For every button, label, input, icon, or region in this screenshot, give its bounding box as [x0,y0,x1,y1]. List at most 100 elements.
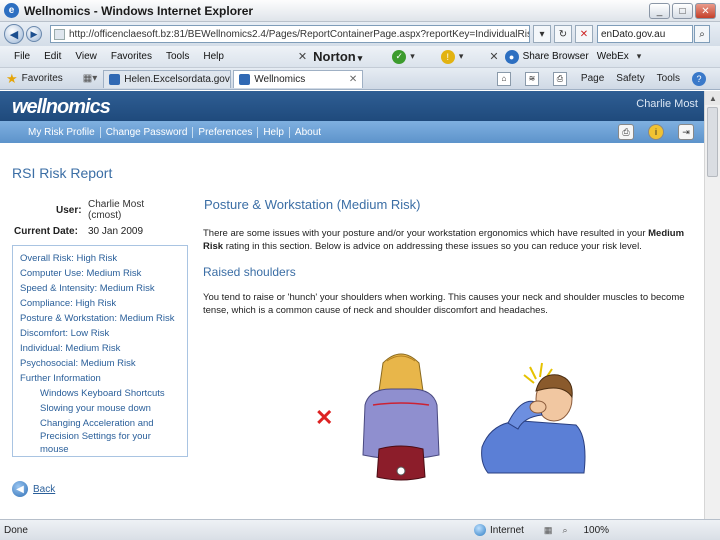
favorites-button[interactable]: Favorites [22,73,63,84]
sidebar-item-overall-risk[interactable]: Overall Risk: High Risk [20,251,180,266]
dropdown-arrow-icon[interactable]: ▾ [637,51,642,62]
minimize-button[interactable]: _ [649,3,670,19]
site-nav: My Risk Profile Change Password Preferen… [0,121,704,143]
globe-icon [474,524,486,536]
page-title: RSI Risk Report [12,165,113,181]
tab-bar: ★ Favorites ▦▾ Helen.Excelsordata.gov.au… [0,68,720,90]
page-icon [54,28,65,40]
back-nav-button[interactable]: ◀ [4,24,24,44]
ie-icon: e [4,3,19,18]
wellnomics-logo: wellnomics [12,96,111,118]
search-icon[interactable]: ⌕ [694,25,710,43]
incorrect-cross-icon: ✕ [315,405,334,430]
zoom-level[interactable]: 100% [583,525,609,536]
nav-help[interactable]: Help [263,126,290,138]
share-browser-button[interactable]: Share Browser [523,51,589,62]
window-title: Wellnomics - Windows Internet Explorer [24,3,254,18]
quick-tabs-icon[interactable]: ▦▾ [83,73,97,84]
zoom-icon[interactable]: ⌕ [562,525,567,536]
maximize-button[interactable]: □ [672,3,693,19]
safety-menu[interactable]: Safety [616,73,644,84]
issue-heading: Raised shoulders [203,265,296,279]
site-header: wellnomics Charlie Most [0,91,704,121]
sidebar-item-posture-workstation[interactable]: Posture & Workstation: Medium Risk [20,311,180,326]
norton-toolbar[interactable]: Norton ▾ [313,49,362,64]
nav-my-risk-profile[interactable]: My Risk Profile [28,126,101,138]
tools-menu[interactable]: Tools [657,73,680,84]
menu-tools[interactable]: Tools [166,51,189,62]
dropdown-arrow-icon[interactable]: ▾ [459,51,464,62]
sidebar-item-speed-intensity[interactable]: Speed & Intensity: Medium Risk [20,281,180,296]
sidebar-item-compliance[interactable]: Compliance: High Risk [20,296,180,311]
report-sections-sidebar: Overall Risk: High Risk Computer Use: Me… [12,245,188,457]
home-icon[interactable]: ⌂ [496,71,511,86]
menu-view[interactable]: View [75,51,97,62]
address-url: http://officenclaesoft.bz:81/BEWellnomic… [69,28,529,40]
hunched-posture-illustration [362,353,440,481]
user-name: Charlie Most (cmost) [88,199,145,221]
menu-edit[interactable]: Edit [44,51,61,62]
tab-page-icon [109,73,121,85]
scroll-thumb[interactable] [707,107,718,177]
dropdown-arrow-icon[interactable]: ▾ [533,25,551,43]
sidebar-item-slowing-mouse[interactable]: Slowing your mouse down [20,401,180,416]
menu-favorites[interactable]: Favorites [111,51,152,62]
date-label: Current Date: [14,226,78,237]
page-menu[interactable]: Page [581,73,604,84]
tab-wellnomics[interactable]: Wellnomics ✕ [233,69,364,88]
title-bar: e Wellnomics - Windows Internet Explorer… [0,0,720,22]
webex-button[interactable]: WebEx [597,51,629,62]
status-text: Done [4,524,28,536]
nav-preferences[interactable]: Preferences [198,126,259,138]
tab-page-icon [239,73,251,85]
forward-nav-button[interactable]: ▶ [26,26,42,42]
sidebar-item-computer-use[interactable]: Computer Use: Medium Risk [20,266,180,281]
print-icon[interactable]: ⎙ [618,124,634,140]
address-bar[interactable]: http://officenclaesoft.bz:81/BEWellnomic… [50,25,530,43]
command-bar: ⌂ ≋ ⎙ Page Safety Tools ? [496,71,710,86]
refresh-button[interactable]: ↻ [554,25,572,43]
print-icon[interactable]: ⎙ [552,71,567,86]
close-window-button[interactable]: ✕ [695,3,716,19]
close-toolbar-icon[interactable]: ✕ [298,50,307,63]
back-arrow-icon: ◀ [12,481,28,497]
section-intro: There are some issues with your posture … [203,228,685,252]
vertical-scrollbar[interactable]: ▲ [704,91,720,519]
address-row: ◀ ▶ http://officenclaesoft.bz:81/BEWelln… [0,22,720,46]
menu-bar: File Edit View Favorites Tools Help ✕ No… [0,46,720,68]
menu-help[interactable]: Help [203,51,224,62]
check-icon[interactable]: ✓ [392,49,407,64]
feeds-icon[interactable]: ≋ [524,71,539,86]
favorites-star-icon[interactable]: ★ [6,71,18,87]
neck-pain-illustration [481,362,586,474]
search-input[interactable]: enDato.gov.au [597,25,693,43]
security-zone: Internet [474,524,524,536]
nav-about[interactable]: About [295,127,326,138]
status-bar: Done Internet ▦ ⌕ 100% [0,519,720,540]
sidebar-item-individual[interactable]: Individual: Medium Risk [20,341,180,356]
dropdown-arrow-icon[interactable]: ▾ [410,51,415,62]
globe-icon: ● [504,49,519,64]
close-tab-icon[interactable]: ✕ [349,74,357,85]
identity-safe-icon[interactable]: ! [440,49,455,64]
section-heading: Posture & Workstation (Medium Risk) [204,197,421,212]
tab-helen[interactable]: Helen.Excelsordata.gov.au... [103,69,232,88]
protected-mode-icon[interactable]: ▦ [544,525,553,536]
help-icon[interactable]: ? [692,71,706,86]
info-icon[interactable]: i [648,124,664,140]
back-link[interactable]: ◀ Back [12,481,55,497]
close-toolbar-icon[interactable]: ✕ [489,50,498,63]
sidebar-item-keyboard-shortcuts[interactable]: Windows Keyboard Shortcuts [20,386,180,401]
nav-change-password[interactable]: Change Password [106,126,194,138]
menu-file[interactable]: File [14,51,30,62]
sidebar-item-psychosocial[interactable]: Psychosocial: Medium Risk [20,356,180,371]
scroll-up-icon[interactable]: ▲ [705,91,720,105]
exit-icon[interactable]: ⇥ [678,124,694,140]
sidebar-item-discomfort[interactable]: Discomfort: Low Risk [20,326,180,341]
page-viewport: wellnomics Charlie Most My Risk Profile … [0,91,704,519]
logged-in-user: Charlie Most [636,98,698,110]
sidebar-item-mouse-acceleration[interactable]: Changing Acceleration and Precision Sett… [20,416,180,456]
stop-button[interactable]: ✕ [575,25,593,43]
date-value: 30 Jan 2009 [88,226,144,237]
sidebar-item-further-information[interactable]: Further Information [20,371,180,386]
